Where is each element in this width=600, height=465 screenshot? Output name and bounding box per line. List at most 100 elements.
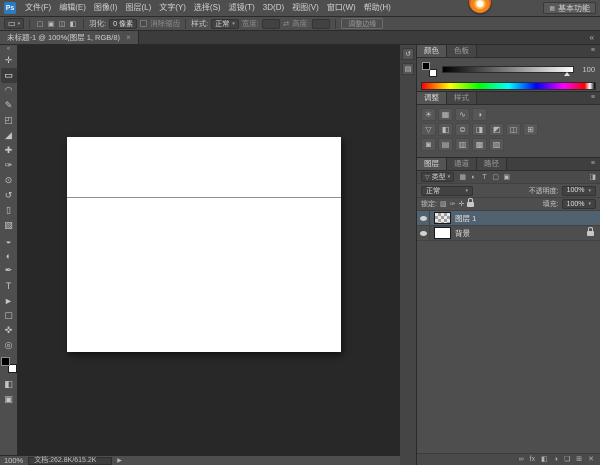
tab-close-icon[interactable]: ×	[126, 33, 131, 42]
menu-item[interactable]: 3D(D)	[259, 3, 288, 12]
clone-stamp-tool[interactable]: ⊙	[1, 173, 17, 188]
menu-item[interactable]: 图像(I)	[90, 3, 122, 12]
menu-item[interactable]: 滤镜(T)	[225, 3, 259, 12]
menu-item[interactable]: 选择(S)	[190, 3, 225, 12]
blur-tool[interactable]: ◒	[1, 233, 17, 248]
tab-styles[interactable]: 样式	[447, 92, 477, 104]
blend-mode-select[interactable]: 正常 ▾	[421, 185, 473, 196]
gradient-map-icon[interactable]: ▩	[472, 138, 487, 151]
layer-row[interactable]: 背景	[417, 226, 600, 241]
lock-pixels-icon[interactable]: ✑	[450, 200, 456, 208]
channel-mixer-icon[interactable]: ◫	[506, 123, 521, 136]
curves-icon[interactable]: ∿	[455, 108, 470, 121]
panel-menu-icon[interactable]: ≡	[586, 45, 600, 57]
brush-tool[interactable]: ✑	[1, 158, 17, 173]
tool-preset-picker[interactable]: ▭ ▾	[4, 18, 25, 29]
quick-mask-button[interactable]: ◧	[1, 377, 17, 392]
delete-layer-icon[interactable]: ✕	[588, 456, 594, 463]
tab-color[interactable]: 颜色	[417, 45, 447, 57]
healing-brush-tool[interactable]: ✚	[1, 143, 17, 158]
type-tool[interactable]: T	[1, 278, 17, 293]
filter-shape-layers-icon[interactable]: ▢	[490, 172, 501, 182]
opacity-input[interactable]: 100% ▾	[561, 185, 596, 196]
add-selection-icon[interactable]: ▣	[46, 19, 56, 29]
black-white-icon[interactable]: ◨	[472, 123, 487, 136]
new-layer-icon[interactable]: ⊞	[576, 456, 582, 463]
exposure-icon[interactable]: ◑	[472, 108, 487, 121]
panel-menu-icon[interactable]: ≡	[586, 92, 600, 104]
filter-type-layers-icon[interactable]: T	[479, 172, 490, 182]
document-tab[interactable]: 未标题-1 @ 100%(图层 1, RGB/8) ×	[0, 31, 139, 44]
new-adjustment-layer-icon[interactable]: ◑	[554, 456, 558, 463]
canvas-area[interactable]	[18, 45, 400, 455]
new-group-icon[interactable]: ❏	[564, 456, 570, 463]
add-layer-mask-icon[interactable]: ◧	[541, 456, 548, 463]
new-selection-icon[interactable]: ▢	[35, 19, 45, 29]
intersect-selection-icon[interactable]: ◧	[68, 19, 78, 29]
color-slider[interactable]	[442, 66, 574, 76]
lasso-tool[interactable]: ◠	[1, 83, 17, 98]
history-panel-icon[interactable]: ↺	[402, 48, 414, 60]
properties-panel-icon[interactable]: ▤	[402, 63, 414, 75]
menu-item[interactable]: 编辑(E)	[55, 3, 90, 12]
fill-input[interactable]: 100% ▾	[561, 199, 596, 209]
layer-effects-icon[interactable]: fx	[530, 456, 535, 463]
gradient-tool[interactable]: ▧	[1, 218, 17, 233]
posterize-icon[interactable]: ▤	[438, 138, 453, 151]
layer-thumbnail[interactable]	[434, 212, 451, 224]
foreground-color-swatch[interactable]	[0, 357, 10, 366]
status-expand-icon[interactable]: ▶	[117, 457, 122, 464]
swap-width-height-icon[interactable]: ⇄	[283, 19, 289, 28]
foreground-background-swatches[interactable]	[422, 62, 437, 77]
eraser-tool[interactable]: ▯	[1, 203, 17, 218]
move-tool[interactable]: ✛	[1, 53, 17, 68]
tab-paths[interactable]: 路径	[477, 158, 507, 170]
menu-item[interactable]: 文字(Y)	[155, 3, 190, 12]
history-brush-tool[interactable]: ↺	[1, 188, 17, 203]
selective-color-icon[interactable]: ▨	[489, 138, 504, 151]
filter-pixel-layers-icon[interactable]: ▦	[457, 172, 468, 182]
hue-saturation-icon[interactable]: ◧	[438, 123, 453, 136]
antialias-checkbox[interactable]	[140, 20, 148, 27]
filter-smart-objects-icon[interactable]: ▣	[501, 172, 512, 182]
document-canvas[interactable]	[67, 137, 341, 352]
tab-adjustments[interactable]: 调整	[417, 92, 447, 104]
subtract-selection-icon[interactable]: ◫	[57, 19, 67, 29]
rect-marquee-tool[interactable]: ▭	[0, 68, 17, 83]
invert-icon[interactable]: ◙	[421, 138, 436, 151]
crop-tool[interactable]: ◰	[1, 113, 17, 128]
app-logo[interactable]: Ps	[4, 2, 16, 14]
width-input[interactable]	[261, 18, 280, 29]
workspace-switcher-button[interactable]: ▦ 基本功能	[543, 2, 596, 14]
filter-toggle-icon[interactable]: ◨	[589, 173, 596, 181]
refine-edge-button[interactable]: 调整边缘	[341, 18, 384, 29]
style-select[interactable]: 正常 ▾	[211, 18, 239, 29]
color-balance-icon[interactable]: ⊜	[455, 123, 470, 136]
tab-channels[interactable]: 通道	[447, 158, 477, 170]
height-input[interactable]	[312, 18, 331, 29]
filter-adjustment-layers-icon[interactable]: ◐	[468, 172, 479, 182]
color-lookup-icon[interactable]: ⊞	[523, 123, 538, 136]
tab-swatches[interactable]: 色板	[447, 45, 477, 57]
zoom-tool[interactable]: ◎	[1, 338, 17, 353]
slider-thumb-icon[interactable]	[564, 72, 570, 76]
path-selection-tool[interactable]: ►	[1, 293, 17, 308]
toolbar-collapse-icon[interactable]: «	[7, 46, 10, 53]
zoom-level[interactable]: 100%	[4, 456, 23, 465]
foreground-background-swatches[interactable]	[0, 357, 17, 373]
background-color-swatch[interactable]	[429, 69, 437, 77]
foreground-color-swatch[interactable]	[422, 62, 430, 70]
menu-item[interactable]: 图层(L)	[121, 3, 155, 12]
lock-all-icon[interactable]	[467, 197, 475, 207]
vibrance-icon[interactable]: ▽	[421, 123, 436, 136]
lock-transparency-icon[interactable]: ▨	[440, 200, 447, 208]
eyedropper-tool[interactable]: ◢	[1, 128, 17, 143]
menu-item[interactable]: 视图(V)	[288, 3, 323, 12]
levels-icon[interactable]: ▦	[438, 108, 453, 121]
screen-mode-button[interactable]: ▣	[1, 392, 17, 407]
lock-position-icon[interactable]: ✛	[458, 200, 464, 208]
link-layers-icon[interactable]: ∞	[519, 456, 524, 463]
quick-selection-tool[interactable]: ✎	[1, 98, 17, 113]
photo-filter-icon[interactable]: ◩	[489, 123, 504, 136]
hand-tool[interactable]: ✜	[1, 323, 17, 338]
